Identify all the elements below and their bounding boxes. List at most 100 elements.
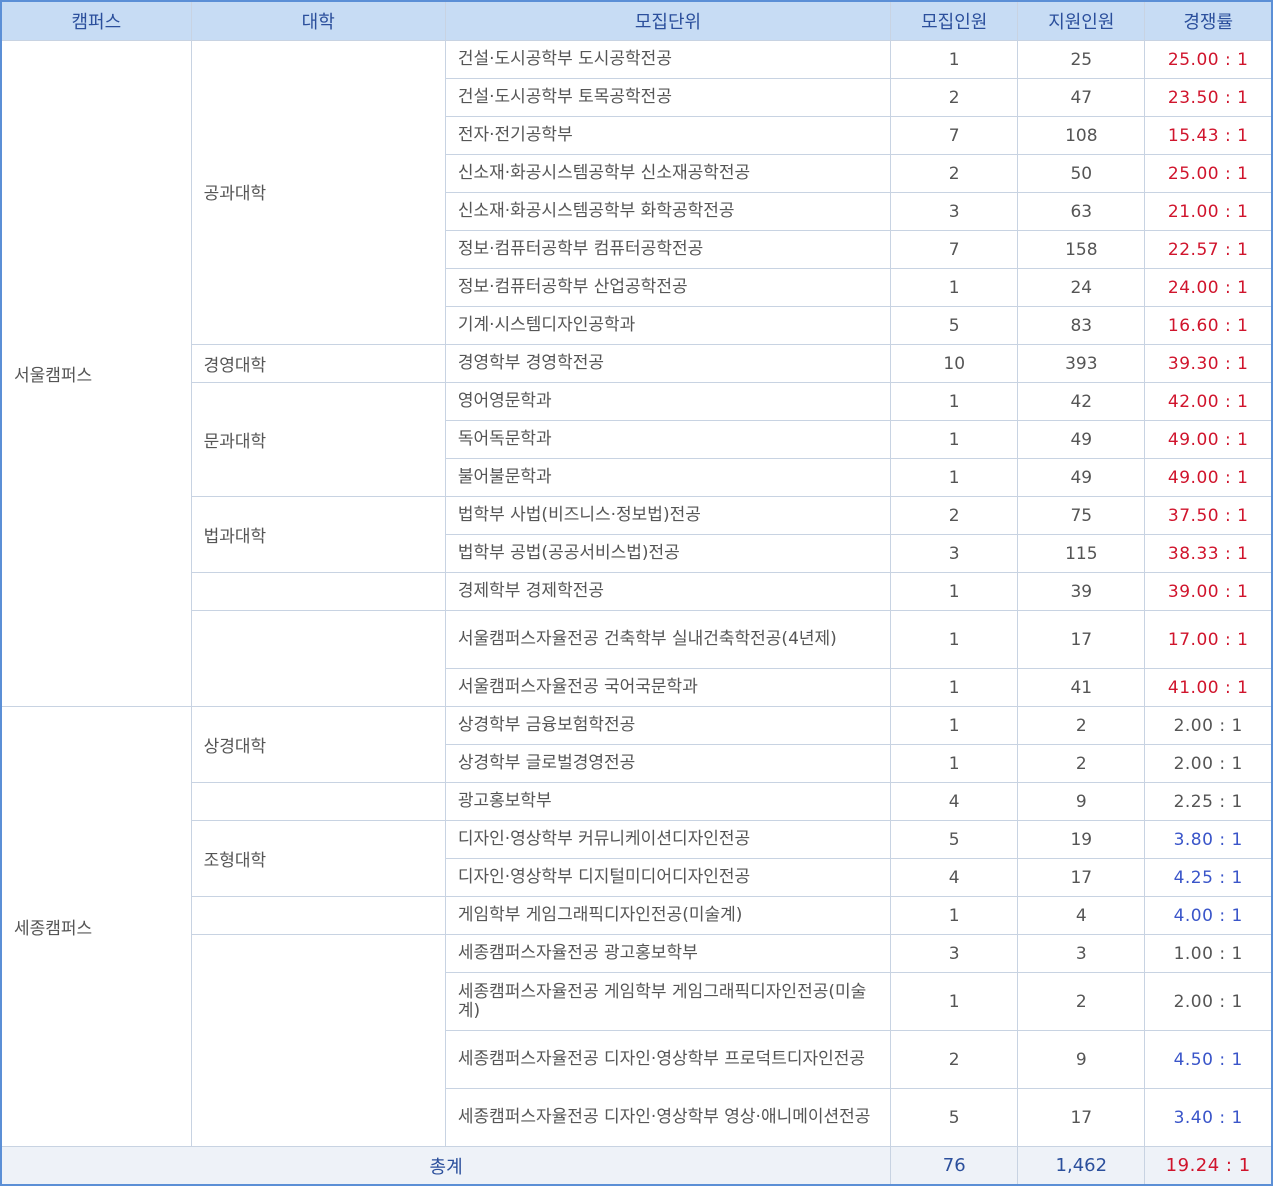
rate-cell: 23.50 : 1 [1144,78,1273,117]
unit-cell: 경영학부 경영학전공 [444,344,892,383]
header-campus: 캠퍼스 [0,0,192,41]
rate-cell: 25.00 : 1 [1144,154,1273,193]
unit-cell: 신소재·화공시스템공학부 화학공학전공 [444,192,892,231]
unit-cell: 불어불문학과 [444,458,892,497]
college-cell: 공과대학 [190,40,446,345]
unit-cell: 상경학부 금융보험학전공 [444,706,892,745]
applicants-cell: 41 [1017,668,1146,707]
college-cell [190,782,446,821]
applicants-cell: 17 [1017,610,1146,669]
applicants-cell: 2 [1017,972,1146,1031]
applicants-cell: 39 [1017,572,1146,611]
rate-cell: 2.00 : 1 [1144,972,1273,1031]
quota-cell: 3 [890,534,1019,573]
applicants-cell: 2 [1017,744,1146,783]
applicants-cell: 63 [1017,192,1146,231]
applicants-cell: 50 [1017,154,1146,193]
unit-cell: 경제학부 경제학전공 [444,572,892,611]
college-cell: 조형대학 [190,820,446,897]
campus-cell: 서울캠퍼스 [0,40,192,707]
unit-cell: 디자인·영상학부 커뮤니케이션디자인전공 [444,820,892,859]
quota-cell: 1 [890,572,1019,611]
quota-cell: 4 [890,782,1019,821]
unit-cell: 신소재·화공시스템공학부 신소재공학전공 [444,154,892,193]
rate-cell: 24.00 : 1 [1144,268,1273,307]
table-row: 서울캠퍼스자율전공 건축학부 실내건축학전공(4년제) 1 17 17.00 : 1 [1,610,1273,707]
applicants-cell: 47 [1017,78,1146,117]
applicants-cell: 49 [1017,458,1146,497]
table-row: 게임학부 게임그래픽디자인전공(미술계) 1 4 4.00 : 1 [1,896,1273,935]
unit-cell: 광고홍보학부 [444,782,892,821]
rate-cell: 41.00 : 1 [1144,668,1273,707]
total-rate: 19.24 : 1 [1144,1146,1273,1186]
quota-cell: 1 [890,610,1019,669]
table-row: 조형대학 디자인·영상학부 커뮤니케이션디자인전공 5 19 3.80 : 1 [1,820,1273,897]
college-cell [190,610,446,707]
competition-rate-table: 캠퍼스 대학 모집단위 모집인원 지원인원 경쟁률 서울캠퍼스 공과대학 건설·도시… [0,0,1273,1186]
rate-cell: 3.40 : 1 [1144,1088,1273,1147]
applicants-cell: 9 [1017,1030,1146,1089]
header-unit: 모집단위 [444,0,892,41]
college-cell [190,934,446,1147]
unit-cell: 세종캠퍼스자율전공 게임학부 게임그래픽디자인전공(미술계) [444,972,892,1031]
college-cell: 문과대학 [190,382,446,497]
unit-cell: 디자인·영상학부 디지털미디어디자인전공 [444,858,892,897]
total-applicants: 1,462 [1017,1146,1146,1186]
quota-cell: 3 [890,192,1019,231]
college-cell [190,896,446,935]
table-row: 경제학부 경제학전공 1 39 39.00 : 1 [1,572,1273,611]
applicants-cell: 75 [1017,496,1146,535]
applicants-cell: 17 [1017,858,1146,897]
applicants-cell: 17 [1017,1088,1146,1147]
quota-cell: 1 [890,382,1019,421]
unit-cell: 서울캠퍼스자율전공 국어국문학과 [444,668,892,707]
quota-cell: 1 [890,744,1019,783]
quota-cell: 1 [890,896,1019,935]
rate-cell: 3.80 : 1 [1144,820,1273,859]
applicants-cell: 49 [1017,420,1146,459]
total-label: 총계 [0,1146,892,1186]
applicants-cell: 2 [1017,706,1146,745]
quota-cell: 1 [890,668,1019,707]
applicants-cell: 24 [1017,268,1146,307]
rate-cell: 2.00 : 1 [1144,706,1273,745]
rate-cell: 4.00 : 1 [1144,896,1273,935]
quota-cell: 2 [890,496,1019,535]
table-row: 법과대학 법학부 사법(비즈니스·정보법)전공 2 75 37.50 : 1 [1,496,1273,573]
applicants-cell: 25 [1017,40,1146,79]
quota-cell: 1 [890,420,1019,459]
total-quota: 76 [890,1146,1019,1186]
quota-cell: 1 [890,706,1019,745]
unit-cell: 세종캠퍼스자율전공 광고홍보학부 [444,934,892,973]
unit-cell: 법학부 공법(공공서비스법)전공 [444,534,892,573]
rate-cell: 15.43 : 1 [1144,116,1273,155]
unit-cell: 영어영문학과 [444,382,892,421]
unit-cell: 게임학부 게임그래픽디자인전공(미술계) [444,896,892,935]
rate-cell: 49.00 : 1 [1144,420,1273,459]
unit-cell: 건설·도시공학부 토목공학전공 [444,78,892,117]
header-rate: 경쟁률 [1144,0,1273,41]
unit-cell: 정보·컴퓨터공학부 산업공학전공 [444,268,892,307]
quota-cell: 1 [890,268,1019,307]
unit-cell: 정보·컴퓨터공학부 컴퓨터공학전공 [444,230,892,269]
rate-cell: 2.00 : 1 [1144,744,1273,783]
quota-cell: 10 [890,344,1019,383]
rate-cell: 4.25 : 1 [1144,858,1273,897]
applicants-cell: 83 [1017,306,1146,345]
applicants-cell: 3 [1017,934,1146,973]
applicants-cell: 4 [1017,896,1146,935]
quota-cell: 7 [890,230,1019,269]
applicants-cell: 393 [1017,344,1146,383]
quota-cell: 1 [890,458,1019,497]
rate-cell: 39.30 : 1 [1144,344,1273,383]
unit-cell: 독어독문학과 [444,420,892,459]
quota-cell: 1 [890,40,1019,79]
unit-cell: 세종캠퍼스자율전공 디자인·영상학부 영상·애니메이션전공 [444,1088,892,1147]
table-row: 경영대학 경영학부 경영학전공 10 393 39.30 : 1 [1,344,1273,383]
quota-cell: 3 [890,934,1019,973]
quota-cell: 5 [890,820,1019,859]
rate-cell: 2.25 : 1 [1144,782,1273,821]
rate-cell: 39.00 : 1 [1144,572,1273,611]
rate-cell: 38.33 : 1 [1144,534,1273,573]
table-row: 세종캠퍼스 상경대학 상경학부 금융보험학전공 1 2 2.00 : 1 [0,706,1273,1147]
